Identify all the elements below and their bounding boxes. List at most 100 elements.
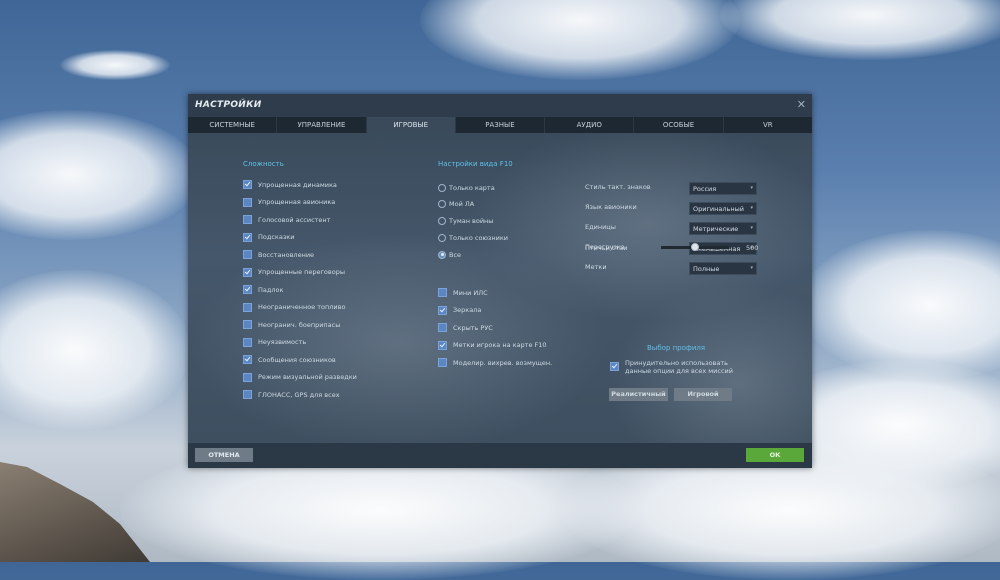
option-label: Упрощенная авионика bbox=[258, 198, 336, 206]
tab-misc[interactable]: РАЗНЫЕ bbox=[456, 117, 546, 133]
checkbox[interactable] bbox=[243, 232, 252, 242]
f10-radio-option[interactable]: Мой ЛА bbox=[438, 199, 474, 210]
checkbox[interactable] bbox=[243, 215, 252, 224]
difficulty-option[interactable]: Неограниченное топливо bbox=[243, 302, 345, 313]
difficulty-option[interactable]: Голосовой ассистент bbox=[243, 214, 330, 225]
f10-check-option[interactable]: Метки игрока на карте F10 bbox=[438, 340, 547, 351]
difficulty-option[interactable]: Неуязвимость bbox=[243, 337, 306, 348]
checkbox[interactable] bbox=[243, 285, 252, 294]
difficulty-option[interactable]: Восстановление bbox=[243, 249, 314, 260]
checkbox[interactable] bbox=[243, 267, 252, 277]
checkbox[interactable] bbox=[243, 337, 252, 347]
difficulty-option[interactable]: ГЛОНАСС, GPS для всех bbox=[243, 389, 340, 400]
select-label: Метки bbox=[585, 263, 607, 271]
checkbox[interactable] bbox=[243, 250, 252, 259]
option-label: Режим визуальной разведки bbox=[258, 373, 357, 381]
chevron-down-icon: ▾ bbox=[750, 205, 753, 211]
cancel-button[interactable]: ОТМЕНА bbox=[195, 448, 253, 462]
tab-vr[interactable]: VR bbox=[724, 117, 812, 133]
tab-bar: СИСТЕМНЫЕ УПРАВЛЕНИЕ ИГРОВЫЕ РАЗНЫЕ АУДИ… bbox=[188, 117, 812, 133]
tab-controls[interactable]: УПРАВЛЕНИЕ bbox=[277, 117, 367, 133]
f10-check-option[interactable]: Скрыть РУС bbox=[438, 322, 493, 333]
checkbox[interactable] bbox=[438, 288, 447, 297]
settings-content: Сложность Упрощенная динамика Упрощенная … bbox=[188, 133, 812, 443]
checkbox[interactable] bbox=[438, 305, 447, 315]
chevron-down-icon: ▾ bbox=[750, 225, 753, 231]
option-label: ГЛОНАСС, GPS для всех bbox=[258, 390, 340, 399]
select-label: Язык авионики bbox=[585, 203, 637, 211]
game-profile-button[interactable]: Игровой bbox=[674, 388, 732, 401]
force-options-checkbox[interactable] bbox=[610, 362, 619, 371]
f10-check-option[interactable]: Моделир. вихрев. возмущен. bbox=[438, 357, 552, 368]
birds-slider[interactable] bbox=[661, 243, 729, 251]
option-select[interactable]: Россия ▾ bbox=[689, 182, 757, 195]
force-options-label: Принудительно использовать данные опции … bbox=[625, 359, 734, 375]
option-label: Восстановление bbox=[258, 250, 315, 259]
select-value: Россия bbox=[693, 185, 717, 193]
checkbox[interactable] bbox=[243, 372, 252, 382]
checkbox[interactable] bbox=[438, 323, 447, 332]
checkbox[interactable] bbox=[438, 358, 447, 367]
option-label: Все bbox=[449, 250, 462, 259]
option-label: Зеркала bbox=[453, 306, 482, 314]
f10-check-option[interactable]: Мини ИЛС bbox=[438, 287, 488, 298]
option-label: Моделир. вихрев. возмущен. bbox=[453, 358, 553, 367]
option-label: Мини ИЛС bbox=[453, 288, 488, 297]
close-icon[interactable]: ✕ bbox=[797, 98, 806, 111]
tab-special[interactable]: ОСОБЫЕ bbox=[634, 117, 724, 133]
difficulty-option[interactable]: Упрощенная динамика bbox=[243, 179, 337, 190]
radio-button[interactable] bbox=[438, 233, 446, 242]
option-label: Неограниченное топливо bbox=[258, 303, 346, 311]
difficulty-option[interactable]: Подсказки bbox=[243, 232, 294, 243]
difficulty-option[interactable]: Упрощенные переговоры bbox=[243, 267, 345, 278]
ok-button[interactable]: ОК bbox=[746, 448, 804, 462]
tab-system[interactable]: СИСТЕМНЫЕ bbox=[188, 117, 278, 133]
f10-title: Настройки вида F10 bbox=[438, 160, 513, 168]
f10-radio-option[interactable]: Туман войны bbox=[438, 216, 493, 227]
option-label: Упрощенные переговоры bbox=[258, 268, 345, 276]
option-select[interactable]: Метрические ▾ bbox=[689, 222, 757, 235]
option-label: Мой ЛА bbox=[449, 200, 475, 209]
difficulty-option[interactable]: Падлок bbox=[243, 284, 283, 295]
option-label: Только карта bbox=[449, 183, 495, 192]
checkbox[interactable] bbox=[243, 302, 252, 312]
tab-gameplay[interactable]: ИГРОВЫЕ bbox=[366, 117, 456, 133]
radio-button[interactable] bbox=[438, 183, 446, 192]
f10-radio-option[interactable]: Только карта bbox=[438, 182, 495, 193]
difficulty-option[interactable]: Сообщения союзников bbox=[243, 354, 336, 365]
difficulty-option[interactable]: Режим визуальной разведки bbox=[243, 372, 357, 383]
checkbox[interactable] bbox=[243, 355, 252, 364]
checkbox[interactable] bbox=[243, 197, 252, 207]
option-label: Метки игрока на карте F10 bbox=[453, 341, 547, 349]
force-options-row: Принудительно использовать данные опции … bbox=[610, 359, 733, 375]
option-select[interactable]: Оригинальный ▾ bbox=[689, 202, 757, 215]
tab-audio[interactable]: АУДИО bbox=[545, 117, 635, 133]
select-value: Полные bbox=[693, 265, 720, 273]
f10-check-option[interactable]: Зеркала bbox=[438, 305, 481, 316]
difficulty-option[interactable]: Неогранич. боеприпасы bbox=[243, 319, 340, 330]
option-label: Упрощенная динамика bbox=[258, 180, 337, 189]
checkbox[interactable] bbox=[243, 320, 252, 329]
dialog-title: НАСТРОЙКИ bbox=[195, 100, 262, 110]
f10-radio-option[interactable]: Только союзники bbox=[438, 232, 508, 243]
slider-knob[interactable] bbox=[691, 243, 699, 251]
option-label: Неуязвимость bbox=[258, 338, 307, 346]
option-label: Туман войны bbox=[449, 217, 494, 226]
checkbox[interactable] bbox=[438, 340, 447, 350]
difficulty-option[interactable]: Упрощенная авионика bbox=[243, 197, 335, 208]
birds-label: Птичьи стаи bbox=[585, 244, 628, 252]
profile-title: Выбор профиля bbox=[647, 344, 706, 352]
realistic-button[interactable]: Реалистичный bbox=[609, 388, 668, 401]
checkbox[interactable] bbox=[243, 180, 252, 189]
option-label: Голосовой ассистент bbox=[258, 215, 331, 224]
option-label: Подсказки bbox=[258, 233, 295, 241]
radio-button[interactable] bbox=[438, 200, 446, 209]
option-label: Скрыть РУС bbox=[453, 323, 493, 332]
radio-button[interactable] bbox=[438, 250, 446, 259]
option-select[interactable]: Полные ▾ bbox=[689, 262, 757, 275]
select-label: Стиль такт. знаков bbox=[585, 183, 651, 191]
f10-radio-option[interactable]: Все bbox=[438, 249, 461, 260]
chevron-down-icon: ▾ bbox=[750, 185, 753, 191]
checkbox[interactable] bbox=[243, 390, 252, 399]
radio-button[interactable] bbox=[438, 217, 446, 226]
